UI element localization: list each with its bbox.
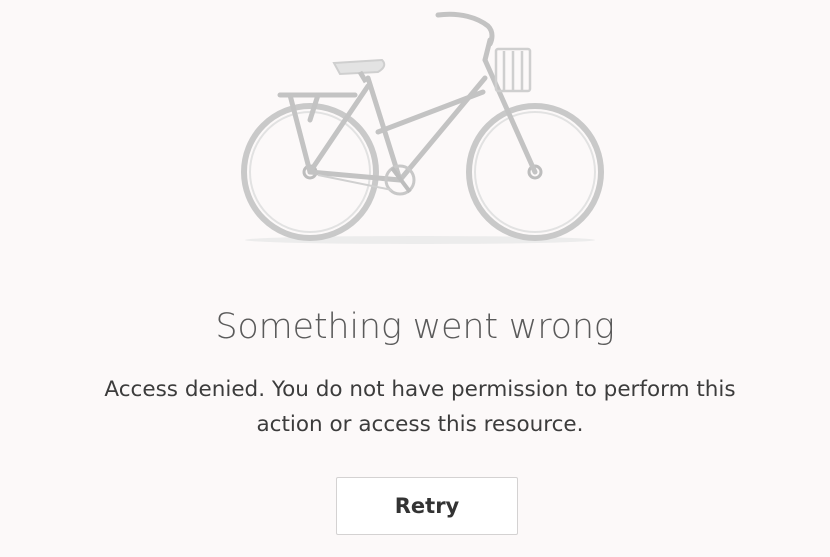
bicycle-icon <box>241 11 604 244</box>
error-message-line-1: Access denied. You do not have permissio… <box>104 377 736 402</box>
error-title: Something went wrong <box>215 307 615 347</box>
error-message-line-2: action or access this resource. <box>256 412 584 437</box>
error-message: Access denied. You do not have permissio… <box>40 372 800 442</box>
error-page: Something went wrong Access denied. You … <box>0 0 830 557</box>
retry-button[interactable]: Retry <box>336 477 518 535</box>
